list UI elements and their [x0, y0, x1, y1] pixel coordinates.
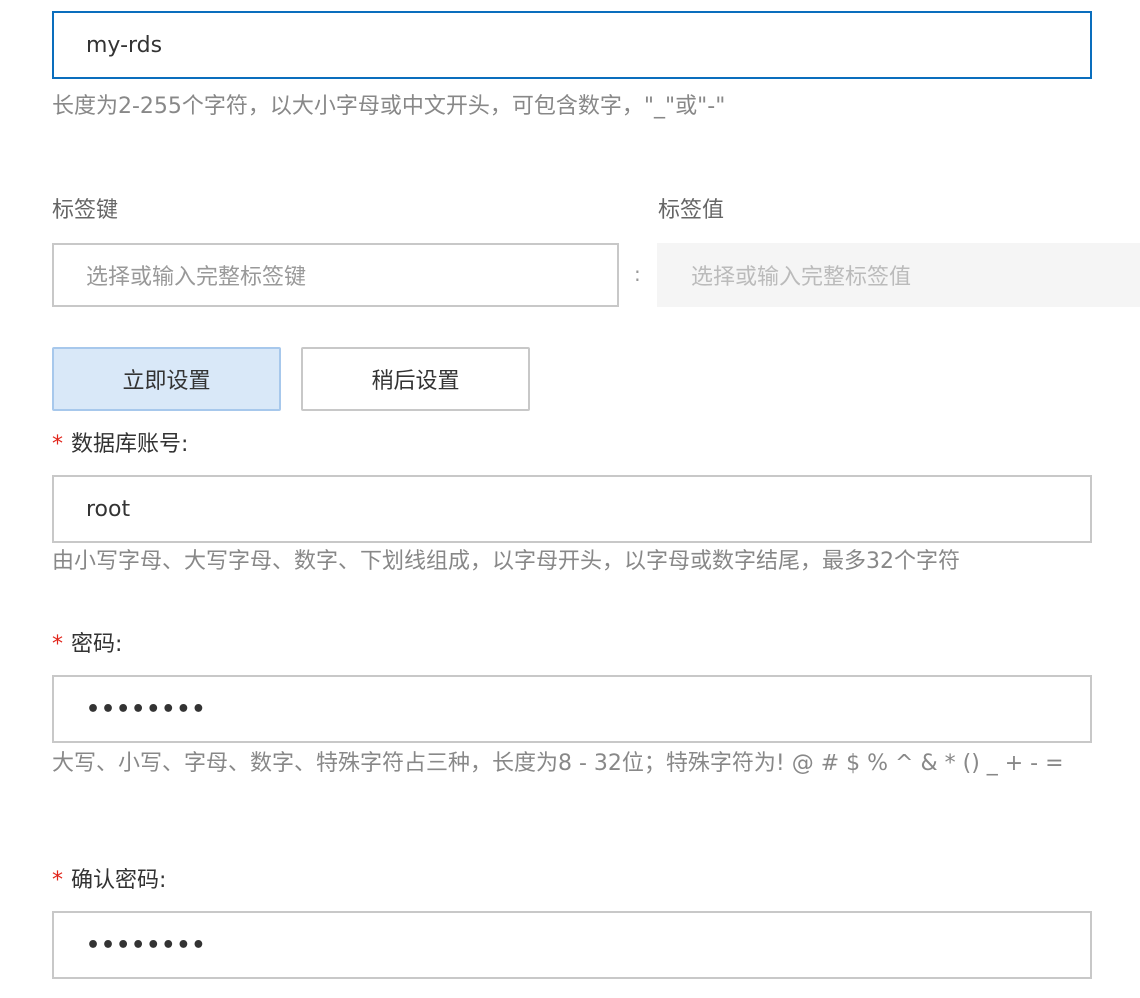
tag-value-placeholder: 选择或输入完整标签值: [691, 265, 912, 290]
password-label-text: 密码:: [71, 632, 123, 657]
set-now-label: 立即设置: [122, 369, 211, 394]
instance-name-input[interactable]: my-rds: [52, 11, 1092, 79]
confirm-password-masked-value: ••••••••: [86, 932, 207, 958]
password-hint: 大写、小写、字母、数字、特殊字符占三种，长度为8 - 32位；特殊字符为! @ …: [52, 751, 1064, 776]
password-masked-value: ••••••••: [86, 696, 207, 722]
tag-key-label: 标签键: [52, 198, 119, 223]
account-input[interactable]: root: [52, 475, 1092, 543]
tag-key-input[interactable]: 选择或输入完整标签键: [52, 243, 619, 307]
confirm-password-label: * 确认密码:: [52, 866, 166, 896]
tag-separator: :: [634, 262, 641, 286]
confirm-password-input[interactable]: ••••••••: [52, 911, 1092, 979]
account-label: * 数据库账号:: [52, 430, 188, 460]
confirm-password-label-text: 确认密码:: [71, 868, 167, 893]
account-hint: 由小写字母、大写字母、数字、下划线组成，以字母开头，以字母或数字结尾，最多32个…: [52, 549, 960, 574]
required-mark: *: [52, 632, 63, 657]
tag-key-placeholder: 选择或输入完整标签键: [86, 265, 307, 290]
required-mark: *: [52, 868, 63, 893]
password-label: * 密码:: [52, 630, 122, 660]
set-later-button[interactable]: 稍后设置: [301, 347, 530, 411]
account-label-text: 数据库账号:: [71, 432, 189, 457]
tag-value-label: 标签值: [658, 198, 725, 223]
tag-value-input[interactable]: 选择或输入完整标签值: [657, 243, 1140, 307]
account-value: root: [86, 496, 131, 522]
instance-name-hint: 长度为2-255个字符，以大小字母或中文开头，可包含数字，"_"或"-": [52, 94, 726, 119]
set-now-button[interactable]: 立即设置: [52, 347, 281, 411]
set-later-label: 稍后设置: [371, 369, 460, 394]
password-input[interactable]: ••••••••: [52, 675, 1092, 743]
instance-name-value: my-rds: [86, 32, 163, 58]
required-mark: *: [52, 432, 63, 457]
